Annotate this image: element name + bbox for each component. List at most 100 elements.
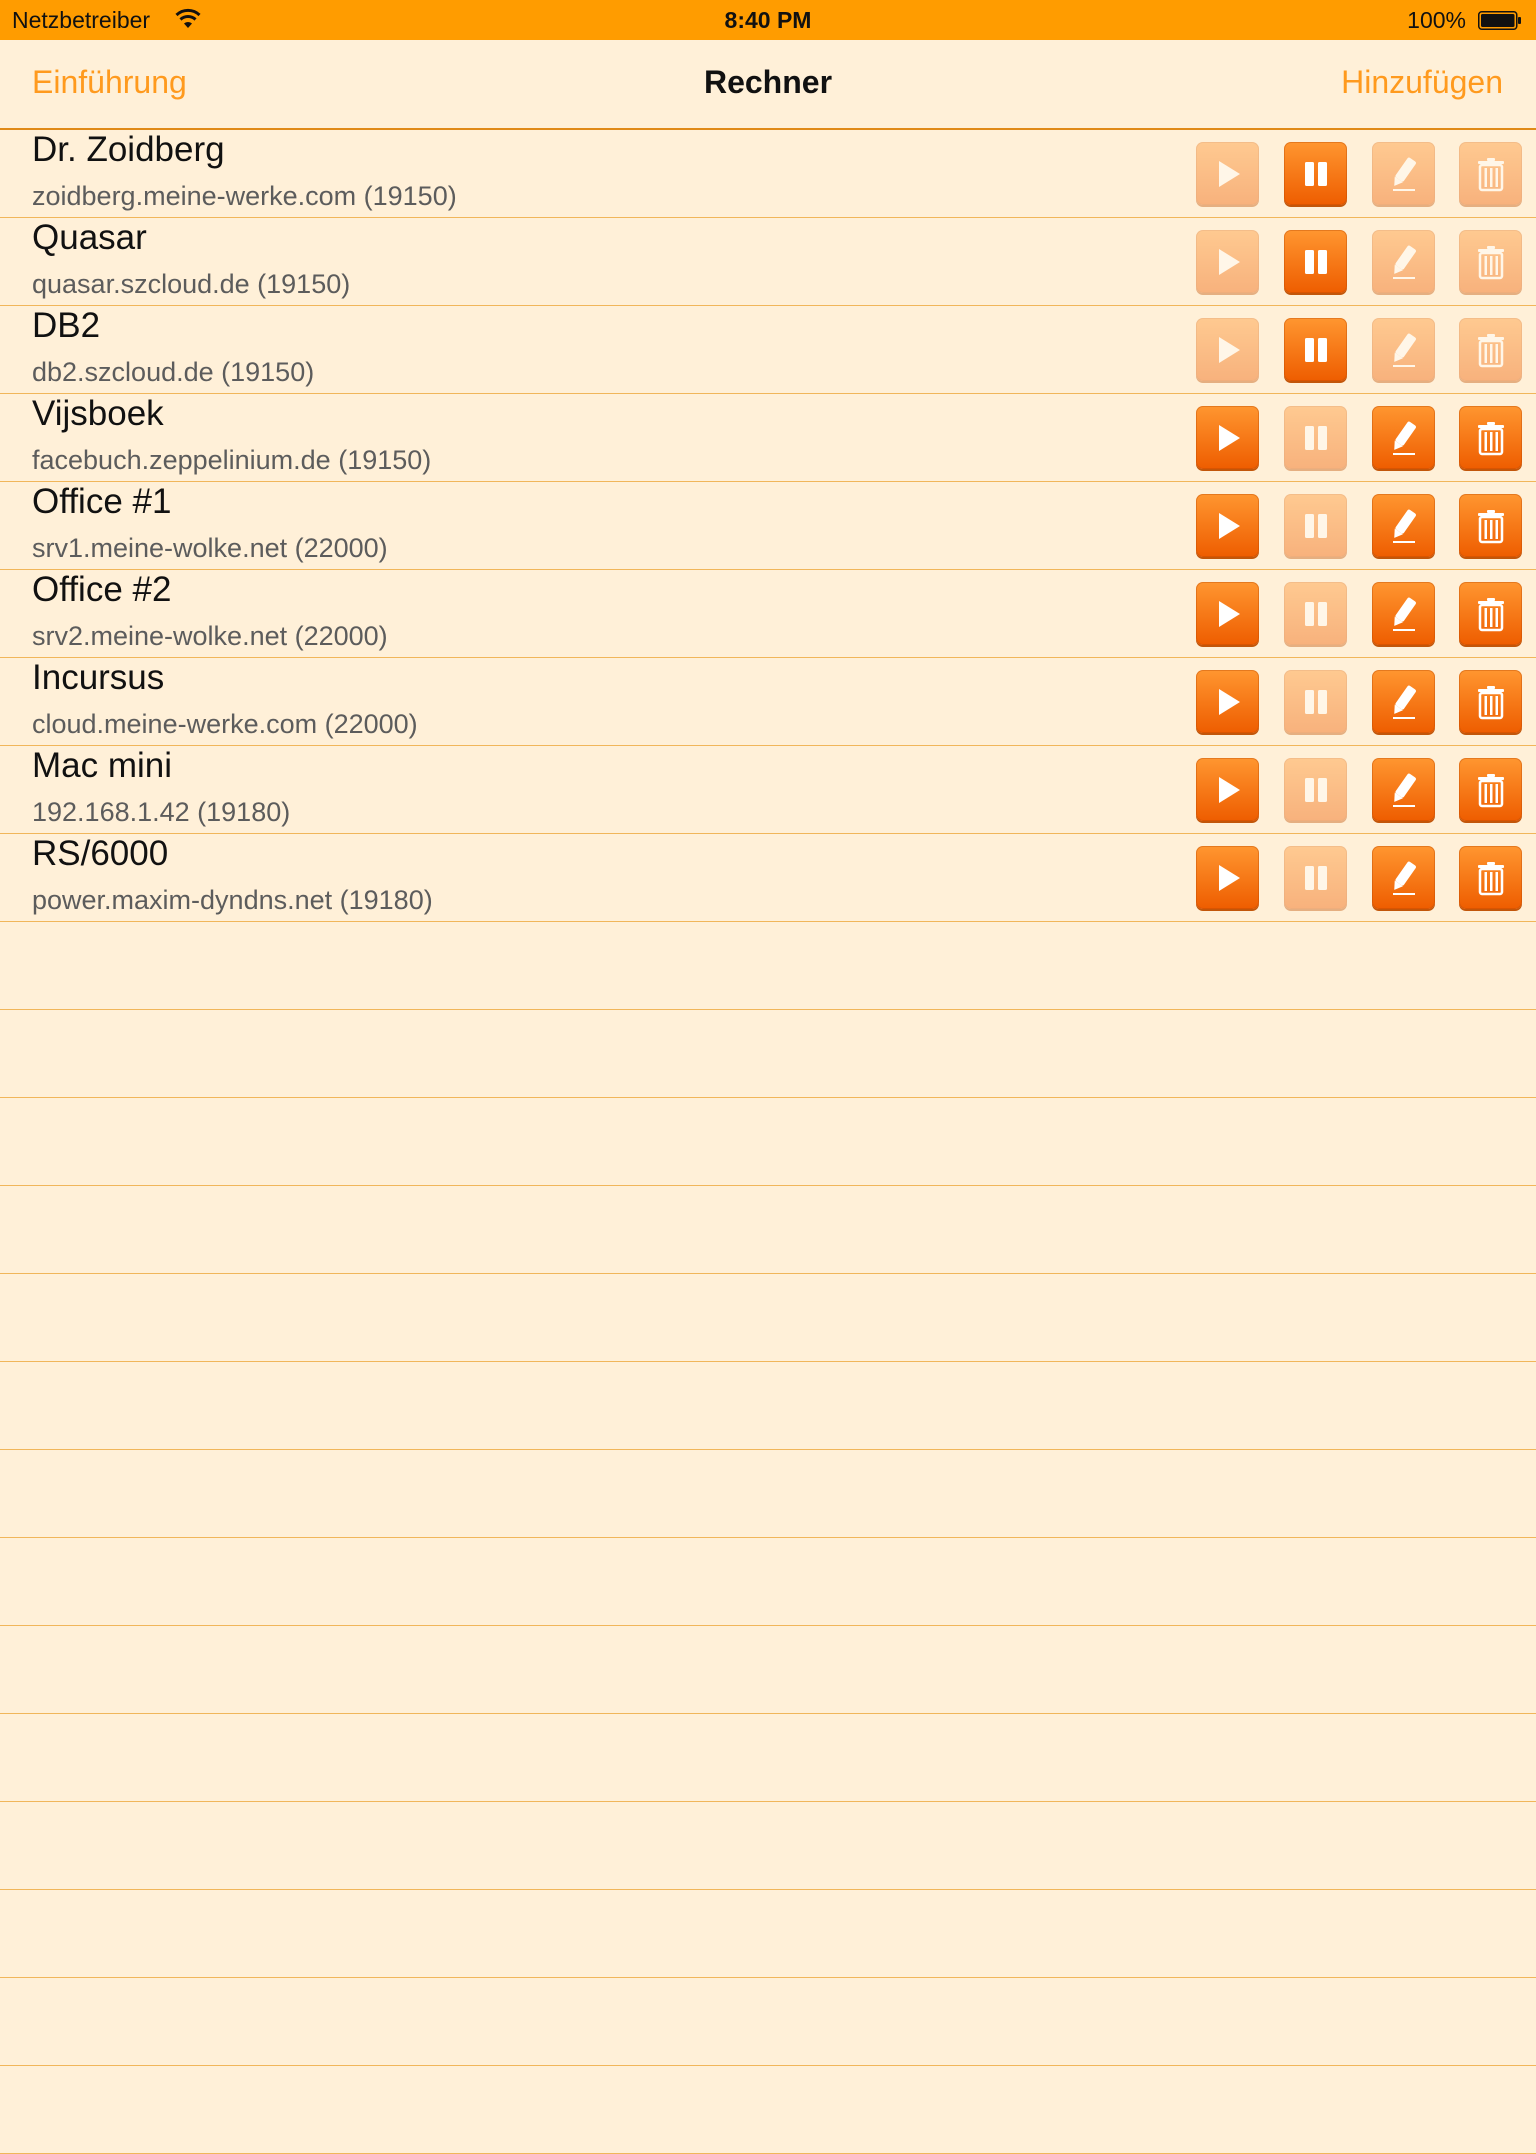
edit-button[interactable] xyxy=(1372,142,1435,205)
pencil-icon xyxy=(1384,330,1424,370)
empty-row xyxy=(0,1890,1536,1978)
computer-row[interactable]: Mac mini 192.168.1.42 (19180) xyxy=(0,746,1536,834)
computer-address: facebuch.zeppelinium.de (19150) xyxy=(32,445,432,475)
edit-button[interactable] xyxy=(1372,494,1435,557)
play-icon xyxy=(1208,770,1248,810)
delete-button[interactable] xyxy=(1459,318,1522,381)
computer-name: Office #1 xyxy=(32,482,172,521)
delete-button[interactable] xyxy=(1459,582,1522,645)
pencil-icon xyxy=(1384,242,1424,282)
pencil-icon xyxy=(1384,418,1424,458)
computer-row[interactable]: DB2 db2.szcloud.de (19150) xyxy=(0,306,1536,394)
pause-icon xyxy=(1296,418,1336,458)
play-icon xyxy=(1208,858,1248,898)
start-button[interactable] xyxy=(1196,142,1259,205)
computer-address: cloud.meine-werke.com (22000) xyxy=(32,709,418,739)
play-icon xyxy=(1208,594,1248,634)
computer-address: power.maxim-dyndns.net (19180) xyxy=(32,885,433,915)
pause-button[interactable] xyxy=(1284,846,1347,909)
pause-button[interactable] xyxy=(1284,582,1347,645)
trash-icon xyxy=(1471,154,1511,194)
pause-icon xyxy=(1296,682,1336,722)
computer-row[interactable]: Incursus cloud.meine-werke.com (22000) xyxy=(0,658,1536,746)
pause-icon xyxy=(1296,858,1336,898)
pencil-icon xyxy=(1384,154,1424,194)
computer-row[interactable]: Dr. Zoidberg zoidberg.meine-werke.com (19… xyxy=(0,130,1536,218)
pause-button[interactable] xyxy=(1284,758,1347,821)
delete-button[interactable] xyxy=(1459,406,1522,469)
pause-button[interactable] xyxy=(1284,230,1347,293)
pause-icon xyxy=(1296,330,1336,370)
pencil-icon xyxy=(1384,858,1424,898)
start-button[interactable] xyxy=(1196,406,1259,469)
pause-button[interactable] xyxy=(1284,494,1347,557)
empty-row xyxy=(0,1626,1536,1714)
pause-icon xyxy=(1296,242,1336,282)
computer-address: srv2.meine-wolke.net (22000) xyxy=(32,621,388,651)
computer-name: Vijsboek xyxy=(32,394,164,433)
start-button[interactable] xyxy=(1196,230,1259,293)
edit-button[interactable] xyxy=(1372,582,1435,645)
empty-row xyxy=(0,1450,1536,1538)
delete-button[interactable] xyxy=(1459,142,1522,205)
pause-icon xyxy=(1296,770,1336,810)
play-icon xyxy=(1208,682,1248,722)
computer-row[interactable]: RS/6000 power.maxim-dyndns.net (19180) xyxy=(0,834,1536,922)
pause-button[interactable] xyxy=(1284,406,1347,469)
status-bar: Netzbetreiber 8:40 PM 100% xyxy=(0,0,1536,40)
delete-button[interactable] xyxy=(1459,846,1522,909)
trash-icon xyxy=(1471,682,1511,722)
computer-name: DB2 xyxy=(32,306,101,345)
delete-button[interactable] xyxy=(1459,230,1522,293)
empty-row xyxy=(0,1978,1536,2066)
empty-row xyxy=(0,1362,1536,1450)
navigation-bar: Einführung Rechner Hinzufügen xyxy=(0,40,1536,130)
computer-name: Quasar xyxy=(32,218,147,257)
edit-button[interactable] xyxy=(1372,406,1435,469)
battery-icon xyxy=(1478,11,1521,30)
start-button[interactable] xyxy=(1196,494,1259,557)
delete-button[interactable] xyxy=(1459,494,1522,557)
computer-address: quasar.szcloud.de (19150) xyxy=(32,269,351,299)
empty-row xyxy=(0,1098,1536,1186)
computer-row[interactable]: Vijsboek facebuch.zeppelinium.de (19150) xyxy=(0,394,1536,482)
trash-icon xyxy=(1471,242,1511,282)
edit-button[interactable] xyxy=(1372,758,1435,821)
start-button[interactable] xyxy=(1196,758,1259,821)
intro-button[interactable]: Einführung xyxy=(32,64,187,101)
computer-name: Office #2 xyxy=(32,570,172,609)
edit-button[interactable] xyxy=(1372,230,1435,293)
trash-icon xyxy=(1471,506,1511,546)
pause-icon xyxy=(1296,154,1336,194)
delete-button[interactable] xyxy=(1459,670,1522,733)
computer-row[interactable]: Office #1 srv1.meine-wolke.net (22000) xyxy=(0,482,1536,570)
add-computer-button[interactable]: Hinzufügen xyxy=(1341,64,1503,101)
delete-button[interactable] xyxy=(1459,758,1522,821)
pencil-icon xyxy=(1384,506,1424,546)
computer-row[interactable]: Office #2 srv2.meine-wolke.net (22000) xyxy=(0,570,1536,658)
play-icon xyxy=(1208,506,1248,546)
start-button[interactable] xyxy=(1196,846,1259,909)
start-button[interactable] xyxy=(1196,318,1259,381)
empty-row xyxy=(0,1802,1536,1890)
clock: 8:40 PM xyxy=(724,7,812,33)
computer-address: db2.szcloud.de (19150) xyxy=(32,357,315,387)
pause-button[interactable] xyxy=(1284,142,1347,205)
empty-row xyxy=(0,2066,1536,2154)
start-button[interactable] xyxy=(1196,582,1259,645)
edit-button[interactable] xyxy=(1372,670,1435,733)
battery-percent: 100% xyxy=(1407,7,1466,33)
pencil-icon xyxy=(1384,770,1424,810)
start-button[interactable] xyxy=(1196,670,1259,733)
edit-button[interactable] xyxy=(1372,846,1435,909)
pause-button[interactable] xyxy=(1284,670,1347,733)
pause-icon xyxy=(1296,506,1336,546)
pencil-icon xyxy=(1384,682,1424,722)
empty-row xyxy=(0,1714,1536,1802)
pause-button[interactable] xyxy=(1284,318,1347,381)
computer-row[interactable]: Quasar quasar.szcloud.de (19150) xyxy=(0,218,1536,306)
computer-name: Mac mini xyxy=(32,746,173,785)
edit-button[interactable] xyxy=(1372,318,1435,381)
trash-icon xyxy=(1471,770,1511,810)
empty-row xyxy=(0,1274,1536,1362)
